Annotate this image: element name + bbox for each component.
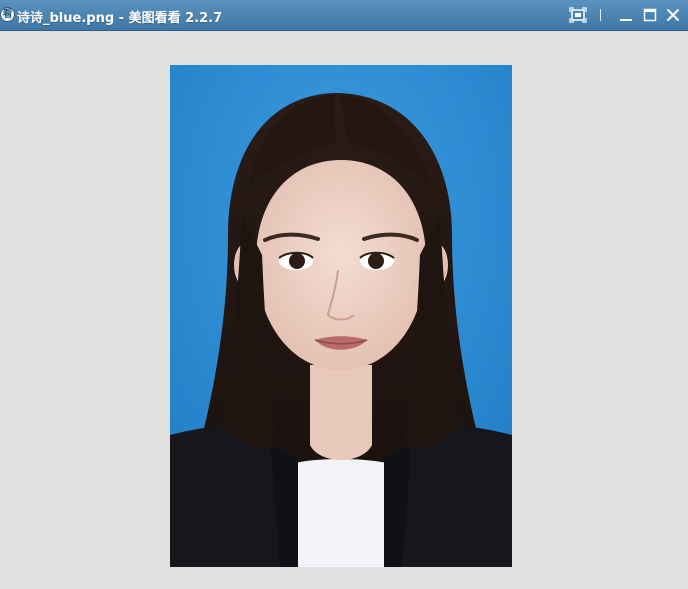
maximize-button[interactable] xyxy=(641,6,659,24)
close-icon xyxy=(667,9,679,21)
minimize-icon xyxy=(620,19,632,21)
title-bar[interactable]: 看 诗诗_blue.png - 美图看看 2.2.7 xyxy=(0,0,688,31)
window-title: 诗诗_blue.png - 美图看看 2.2.7 xyxy=(17,11,223,26)
portrait-photo[interactable] xyxy=(170,65,512,567)
close-button[interactable] xyxy=(664,6,682,24)
app-logo-icon[interactable]: 看 xyxy=(0,7,15,22)
fit-to-window-icon xyxy=(569,7,587,23)
toolbar-divider xyxy=(600,9,601,21)
fit-to-window-button[interactable] xyxy=(569,6,587,24)
minimize-button[interactable] xyxy=(617,6,635,24)
maximize-icon xyxy=(643,8,657,22)
portrait-image xyxy=(170,65,512,567)
